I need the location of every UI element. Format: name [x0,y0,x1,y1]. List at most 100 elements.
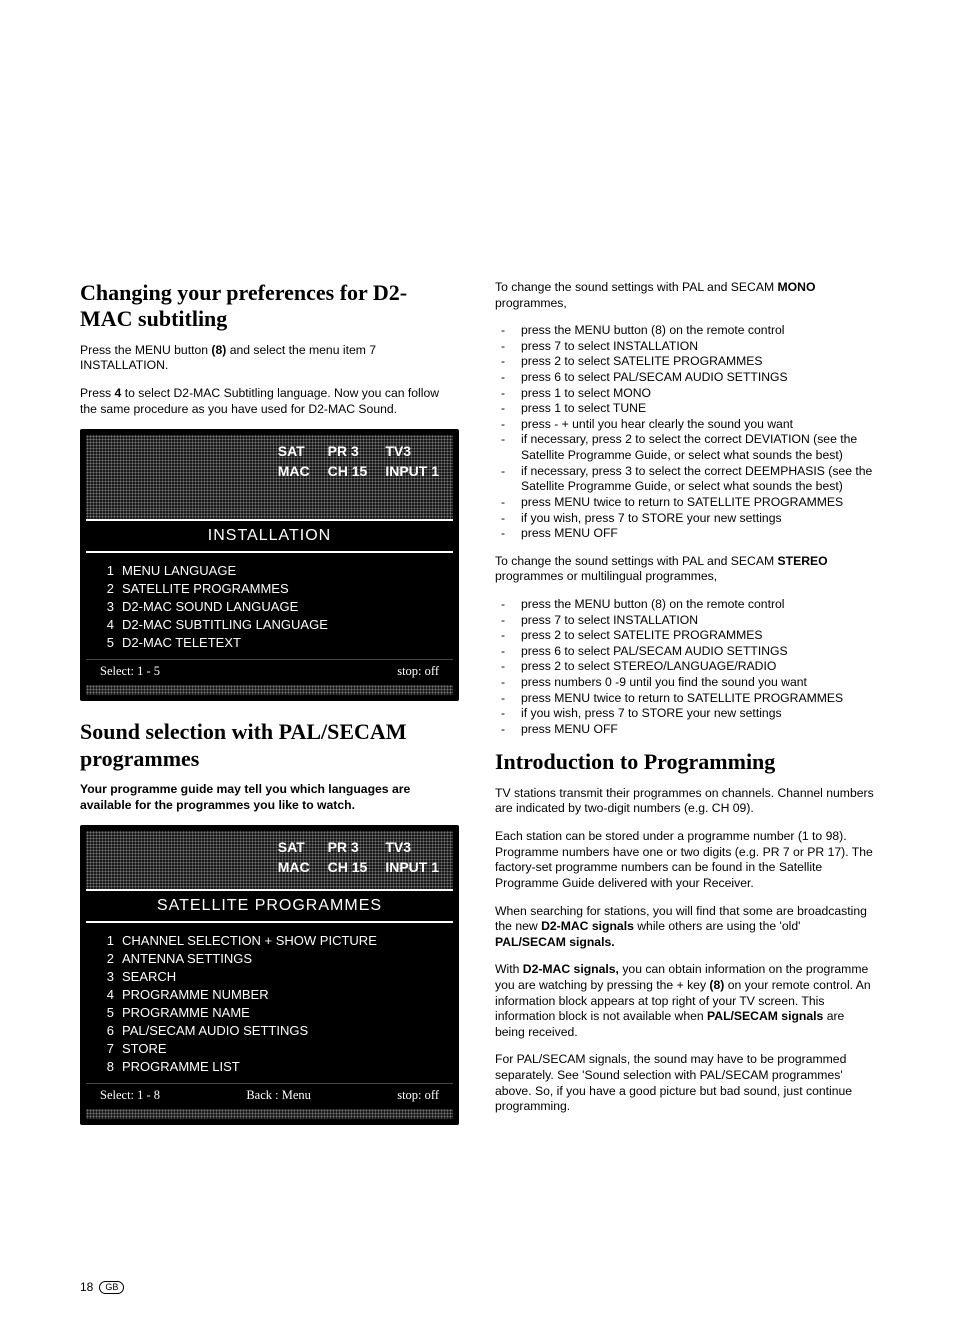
text-seg: programmes, [495,296,567,310]
row-text: D2-MAC SOUND LANGUAGE [122,599,298,614]
list-stereo-steps: press the MENU button (8) on the remote … [495,597,874,737]
para-subtitling-1: Press the MENU button (8) and select the… [80,343,459,374]
row-num: 2 [100,951,114,966]
row-text: SATELLITE PROGRAMMES [122,581,289,596]
row-num: 8 [100,1059,114,1074]
para-programme-guide: Your programme guide may tell you which … [80,782,459,813]
osd-foot: Select: 1 - 8 Back : Menu stop: off [86,1083,453,1109]
list-item: press MENU twice to return to SATELLITE … [495,691,874,707]
gb-badge: GB [99,1281,124,1294]
row-num: 4 [100,987,114,1002]
hdr-tv3: TV3 [385,839,439,855]
foot-right: stop: off [397,1088,439,1103]
row-text: STORE [122,1041,167,1056]
list-item: if you wish, press 7 to STORE your new s… [495,706,874,722]
row-num: 5 [100,1005,114,1020]
row-text: D2-MAC SUBTITLING LANGUAGE [122,617,328,632]
list-item: press 2 to select STEREO/LANGUAGE/RADIO [495,659,874,675]
list-mono-steps: press the MENU button (8) on the remote … [495,323,874,542]
row-num: 3 [100,969,114,984]
row-text: ANTENNA SETTINGS [122,951,252,966]
text-bold: STEREO [778,554,828,568]
osd-header-grid: SAT PR 3 TV3 MAC CH 15 INPUT 1 [278,443,439,479]
hdr-ch: CH 15 [328,859,368,875]
osd-menu-row: 5D2-MAC TELETEXT [100,635,439,650]
list-item: press 6 to select PAL/SECAM AUDIO SETTIN… [495,644,874,660]
para-mono-lead: To change the sound settings with PAL an… [495,280,874,311]
heading-d2mac-subtitling: Changing your preferences for D2-MAC sub… [80,280,459,333]
osd-installation: SAT PR 3 TV3 MAC CH 15 INPUT 1 INSTALLAT… [80,429,459,701]
osd-menu-row: 2 ANTENNA SETTINGS [100,951,439,966]
osd-menu-row: 1CHANNEL SELECTION + SHOW PICTURE [100,933,439,948]
row-text: PROGRAMME NUMBER [122,987,269,1002]
osd-stipple-header: SAT PR 3 TV3 MAC CH 15 INPUT 1 [86,435,453,509]
hdr-sat: SAT [278,443,310,459]
osd-menu-row: 8 PROGRAMME LIST [100,1059,439,1074]
list-item: if necessary, press 2 to select the corr… [495,432,874,463]
list-item: press 2 to select SATELITE PROGRAMMES [495,628,874,644]
hdr-pr: PR 3 [328,443,368,459]
text-bold: D2-MAC signals, [523,962,619,976]
list-item: press the MENU button (8) on the remote … [495,597,874,613]
osd-stipple-strip [86,509,453,519]
hdr-tv3: TV3 [385,443,439,459]
osd-stipple-header: SAT PR 3 TV3 MAC CH 15 INPUT 1 [86,831,453,889]
heading-intro-programming: Introduction to Programming [495,749,874,775]
list-item: press 7 to select INSTALLATION [495,613,874,629]
list-item: if necessary, press 3 to select the corr… [495,464,874,495]
hdr-sat: SAT [278,839,310,855]
osd-menu-row: 3 D2-MAC SOUND LANGUAGE [100,599,439,614]
text-seg: Press [80,386,115,400]
osd-menu-row: 4 D2-MAC SUBTITLING LANGUAGE [100,617,439,632]
text-bold: (8) [211,343,226,357]
text-seg: To change the sound settings with PAL an… [495,554,778,568]
osd-menu-body: 1CHANNEL SELECTION + SHOW PICTURE 2 ANTEN… [86,923,453,1083]
para-stereo-lead: To change the sound settings with PAL an… [495,554,874,585]
row-text: SEARCH [122,969,176,984]
osd-title-satellite-programmes: SATELLITE PROGRAMMES [86,889,453,923]
list-item: if you wish, press 7 to STORE your new s… [495,511,874,527]
text-seg: programmes or multilingual programmes, [495,569,717,583]
list-item: press the MENU button (8) on the remote … [495,323,874,339]
foot-left: Select: 1 - 5 [100,664,160,679]
list-item: press 2 to select SATELITE PROGRAMMES [495,354,874,370]
row-num: 5 [100,635,114,650]
osd-menu-row: 4 PROGRAMME NUMBER [100,987,439,1002]
row-num: 3 [100,599,114,614]
osd-title-installation: INSTALLATION [86,519,453,553]
foot-left: Select: 1 - 8 [100,1088,160,1103]
osd-menu-row: 2 SATELLITE PROGRAMMES [100,581,439,596]
text-seg: With [495,962,523,976]
para-intro-1: TV stations transmit their programmes on… [495,786,874,817]
osd-foot: Select: 1 - 5 stop: off [86,659,453,685]
row-text: MENU LANGUAGE [122,563,236,578]
osd-menu-row: 7 STORE [100,1041,439,1056]
row-text: PROGRAMME NAME [122,1005,250,1020]
heading-sound-selection: Sound selection with PAL/SECAM programme… [80,719,459,772]
osd-menu-row: 1MENU LANGUAGE [100,563,439,578]
list-item: press MENU OFF [495,722,874,738]
text-seg: to select D2-MAC Subtitling language. No… [80,386,439,416]
osd-header-grid: SAT PR 3 TV3 MAC CH 15 INPUT 1 [278,839,439,875]
foot-right: stop: off [397,664,439,679]
row-text: PROGRAMME LIST [122,1059,240,1074]
hdr-ch: CH 15 [328,463,368,479]
hdr-mac: MAC [278,859,310,875]
row-num: 2 [100,581,114,596]
list-item: press 1 to select TUNE [495,401,874,417]
text-bold: MONO [778,280,816,294]
text-seg: To change the sound settings with PAL an… [495,280,778,294]
osd-menu-row: 3 SEARCH [100,969,439,984]
hdr-pr: PR 3 [328,839,368,855]
row-num: 4 [100,617,114,632]
foot-mid [160,664,397,679]
row-text: PAL/SECAM AUDIO SETTINGS [122,1023,308,1038]
list-item: press numbers 0 -9 until you find the so… [495,675,874,691]
page-number-value: 18 [80,1280,93,1294]
osd-stipple-strip [86,685,453,695]
osd-stipple-strip [86,1109,453,1119]
para-intro-3: When searching for stations, you will fi… [495,904,874,951]
text-bold: D2-MAC signals [541,919,634,933]
row-num: 6 [100,1023,114,1038]
row-num: 7 [100,1041,114,1056]
